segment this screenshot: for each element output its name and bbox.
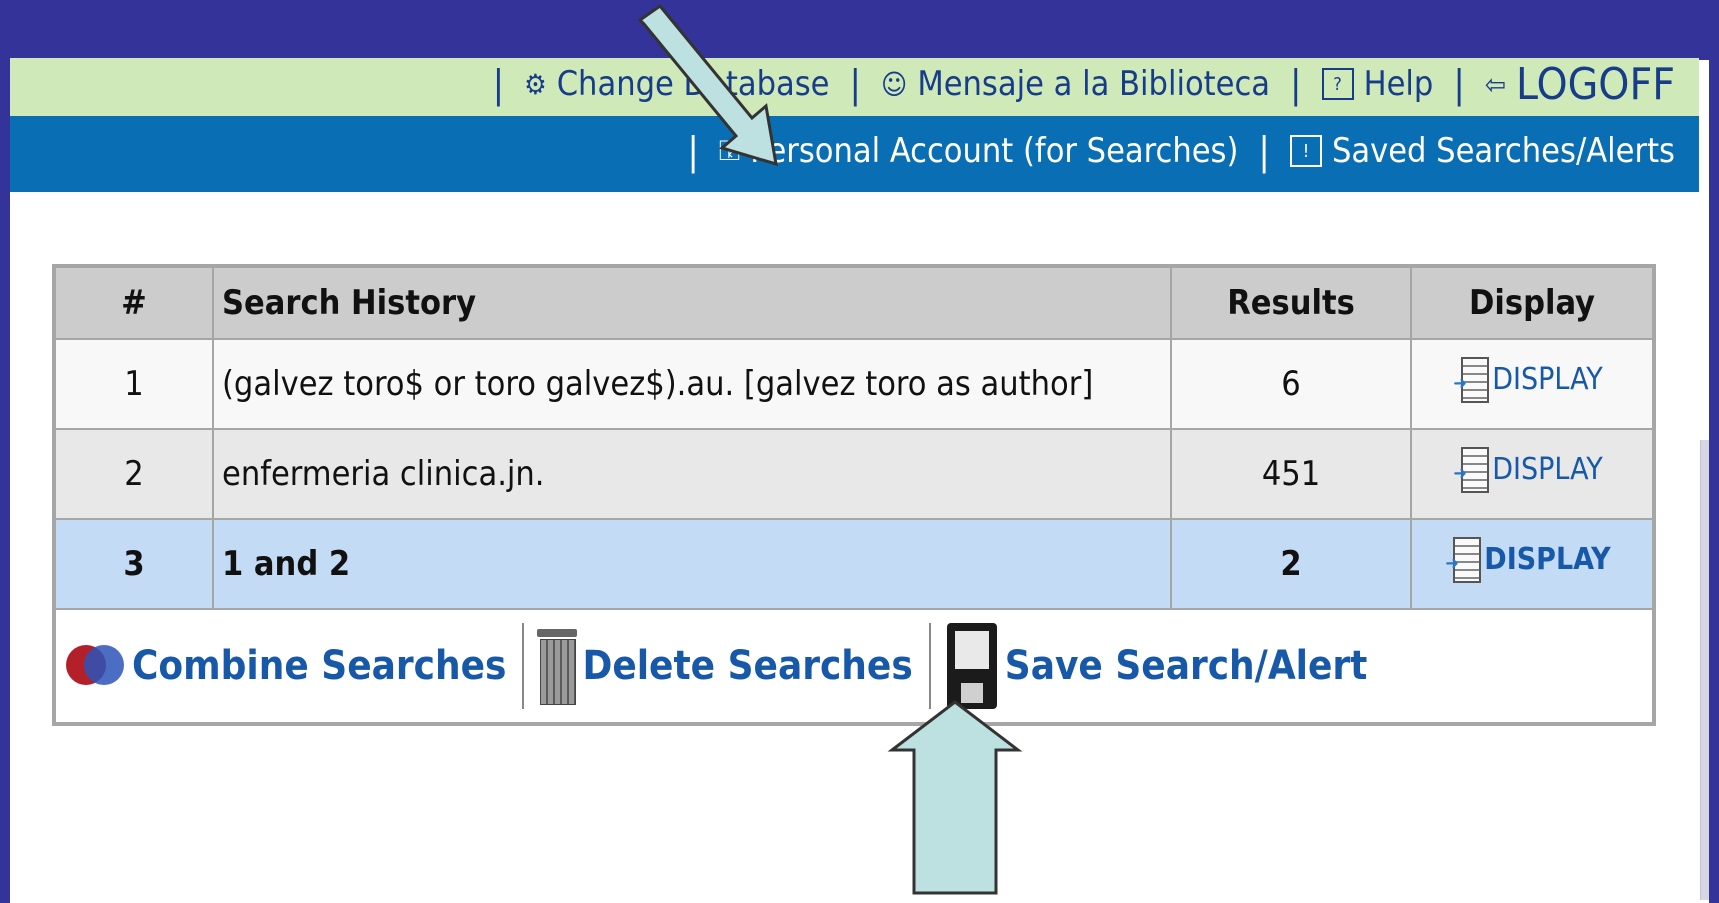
display-link[interactable]: ➜ DISPLAY <box>1453 446 1603 493</box>
table-row-selected: 3 1 and 2 2 ➜ DISPLAY <box>53 518 1655 610</box>
mensaje-biblioteca-label: Mensaje a la Biblioteca <box>917 64 1271 104</box>
row-query: (galvez toro$ or toro galvez$).au. [galv… <box>212 338 1172 430</box>
row-results: 6 <box>1170 338 1412 430</box>
action-divider <box>522 623 525 709</box>
row-display-cell: ➜ DISPLAY <box>1410 338 1655 430</box>
row-number: 3 <box>53 518 214 610</box>
save-search-alert-label: Save Search/Alert <box>1004 643 1368 689</box>
row-display-cell: ➜ DISPLAY <box>1410 518 1655 610</box>
display-link[interactable]: ➜ DISPLAY <box>1453 356 1603 403</box>
delete-searches-button[interactable]: Delete Searches <box>537 627 913 705</box>
person-icon: ☺ <box>881 67 908 101</box>
saved-searches-label: Saved Searches/Alerts <box>1331 131 1675 171</box>
document-icon: ➜ <box>1445 536 1482 583</box>
col-header-display: Display <box>1410 265 1655 340</box>
nav-separator: | <box>492 62 505 106</box>
display-label: DISPLAY <box>1492 362 1603 397</box>
help-icon: ? <box>1321 68 1354 100</box>
account-nav: | ⚿ Personal Account (for Searches) | ! … <box>667 124 1675 178</box>
help-link[interactable]: ? Help <box>1321 64 1434 104</box>
display-label: DISPLAY <box>1484 542 1611 577</box>
search-actions: Combine Searches Delete Searches Save Se… <box>66 623 1642 709</box>
gear-icon: ⚙ <box>524 67 547 101</box>
nav-separator: | <box>1258 129 1270 173</box>
row-results: 2 <box>1170 518 1412 610</box>
help-label: Help <box>1363 64 1434 104</box>
personal-account-link[interactable]: ⚿ Personal Account (for Searches) <box>719 131 1238 171</box>
row-results: 451 <box>1170 428 1412 520</box>
row-query: 1 and 2 <box>212 518 1172 610</box>
table-row: 1 (galvez toro$ or toro galvez$).au. [ga… <box>53 338 1655 430</box>
change-database-label: Change Database <box>556 64 830 104</box>
nav-separator: | <box>849 62 862 106</box>
actions-row: Combine Searches Delete Searches Save Se… <box>53 608 1655 725</box>
search-history-table: # Search History Results Display 1 (galv… <box>52 264 1656 726</box>
display-link[interactable]: ➜ DISPLAY <box>1445 536 1611 583</box>
saved-searches-link[interactable]: ! Saved Searches/Alerts <box>1289 131 1675 171</box>
logoff-label: LOGOFF <box>1515 58 1675 110</box>
mensaje-biblioteca-link[interactable]: ☺ Mensaje a la Biblioteca <box>881 64 1270 104</box>
combine-searches-label: Combine Searches <box>132 643 507 689</box>
table-header-row: # Search History Results Display <box>53 265 1655 340</box>
row-number: 2 <box>53 428 214 520</box>
display-label: DISPLAY <box>1492 452 1603 487</box>
nav-separator: | <box>687 129 699 173</box>
save-search-alert-button[interactable]: Save Search/Alert <box>946 623 1368 709</box>
action-divider <box>928 623 931 709</box>
row-display-cell: ➜ DISPLAY <box>1410 428 1655 520</box>
col-header-search-history: Search History <box>212 265 1172 340</box>
logoff-icon: ⇦ <box>1484 67 1506 101</box>
table-row: 2 enfermeria clinica.jn. 451 ➜ DISPLAY <box>53 428 1655 520</box>
change-database-link[interactable]: ⚙ Change Database <box>524 64 829 104</box>
saved-search-icon: ! <box>1289 135 1322 167</box>
nav-separator: | <box>1453 62 1465 106</box>
row-query: enfermeria clinica.jn. <box>212 428 1172 520</box>
personal-account-label: Personal Account (for Searches) <box>750 131 1239 171</box>
person-lock-icon: ⚿ <box>718 134 741 167</box>
venn-icon <box>66 645 124 687</box>
col-header-num: # <box>53 265 214 340</box>
top-nav: | ⚙ Change Database | ☺ Mensaje a la Bib… <box>473 59 1675 110</box>
combine-searches-button[interactable]: Combine Searches <box>66 643 506 689</box>
document-icon: ➜ <box>1453 446 1490 493</box>
actions-cell: Combine Searches Delete Searches Save Se… <box>53 608 1655 725</box>
document-icon: ➜ <box>1453 356 1490 403</box>
delete-searches-label: Delete Searches <box>582 643 913 689</box>
logoff-link[interactable]: ⇦ LOGOFF <box>1485 59 1675 110</box>
row-number: 1 <box>53 338 214 430</box>
trash-icon <box>537 627 578 705</box>
col-header-results: Results <box>1170 265 1412 340</box>
nav-separator: | <box>1290 62 1302 106</box>
floppy-disk-icon <box>946 623 997 709</box>
scrollbar[interactable] <box>1700 440 1709 900</box>
